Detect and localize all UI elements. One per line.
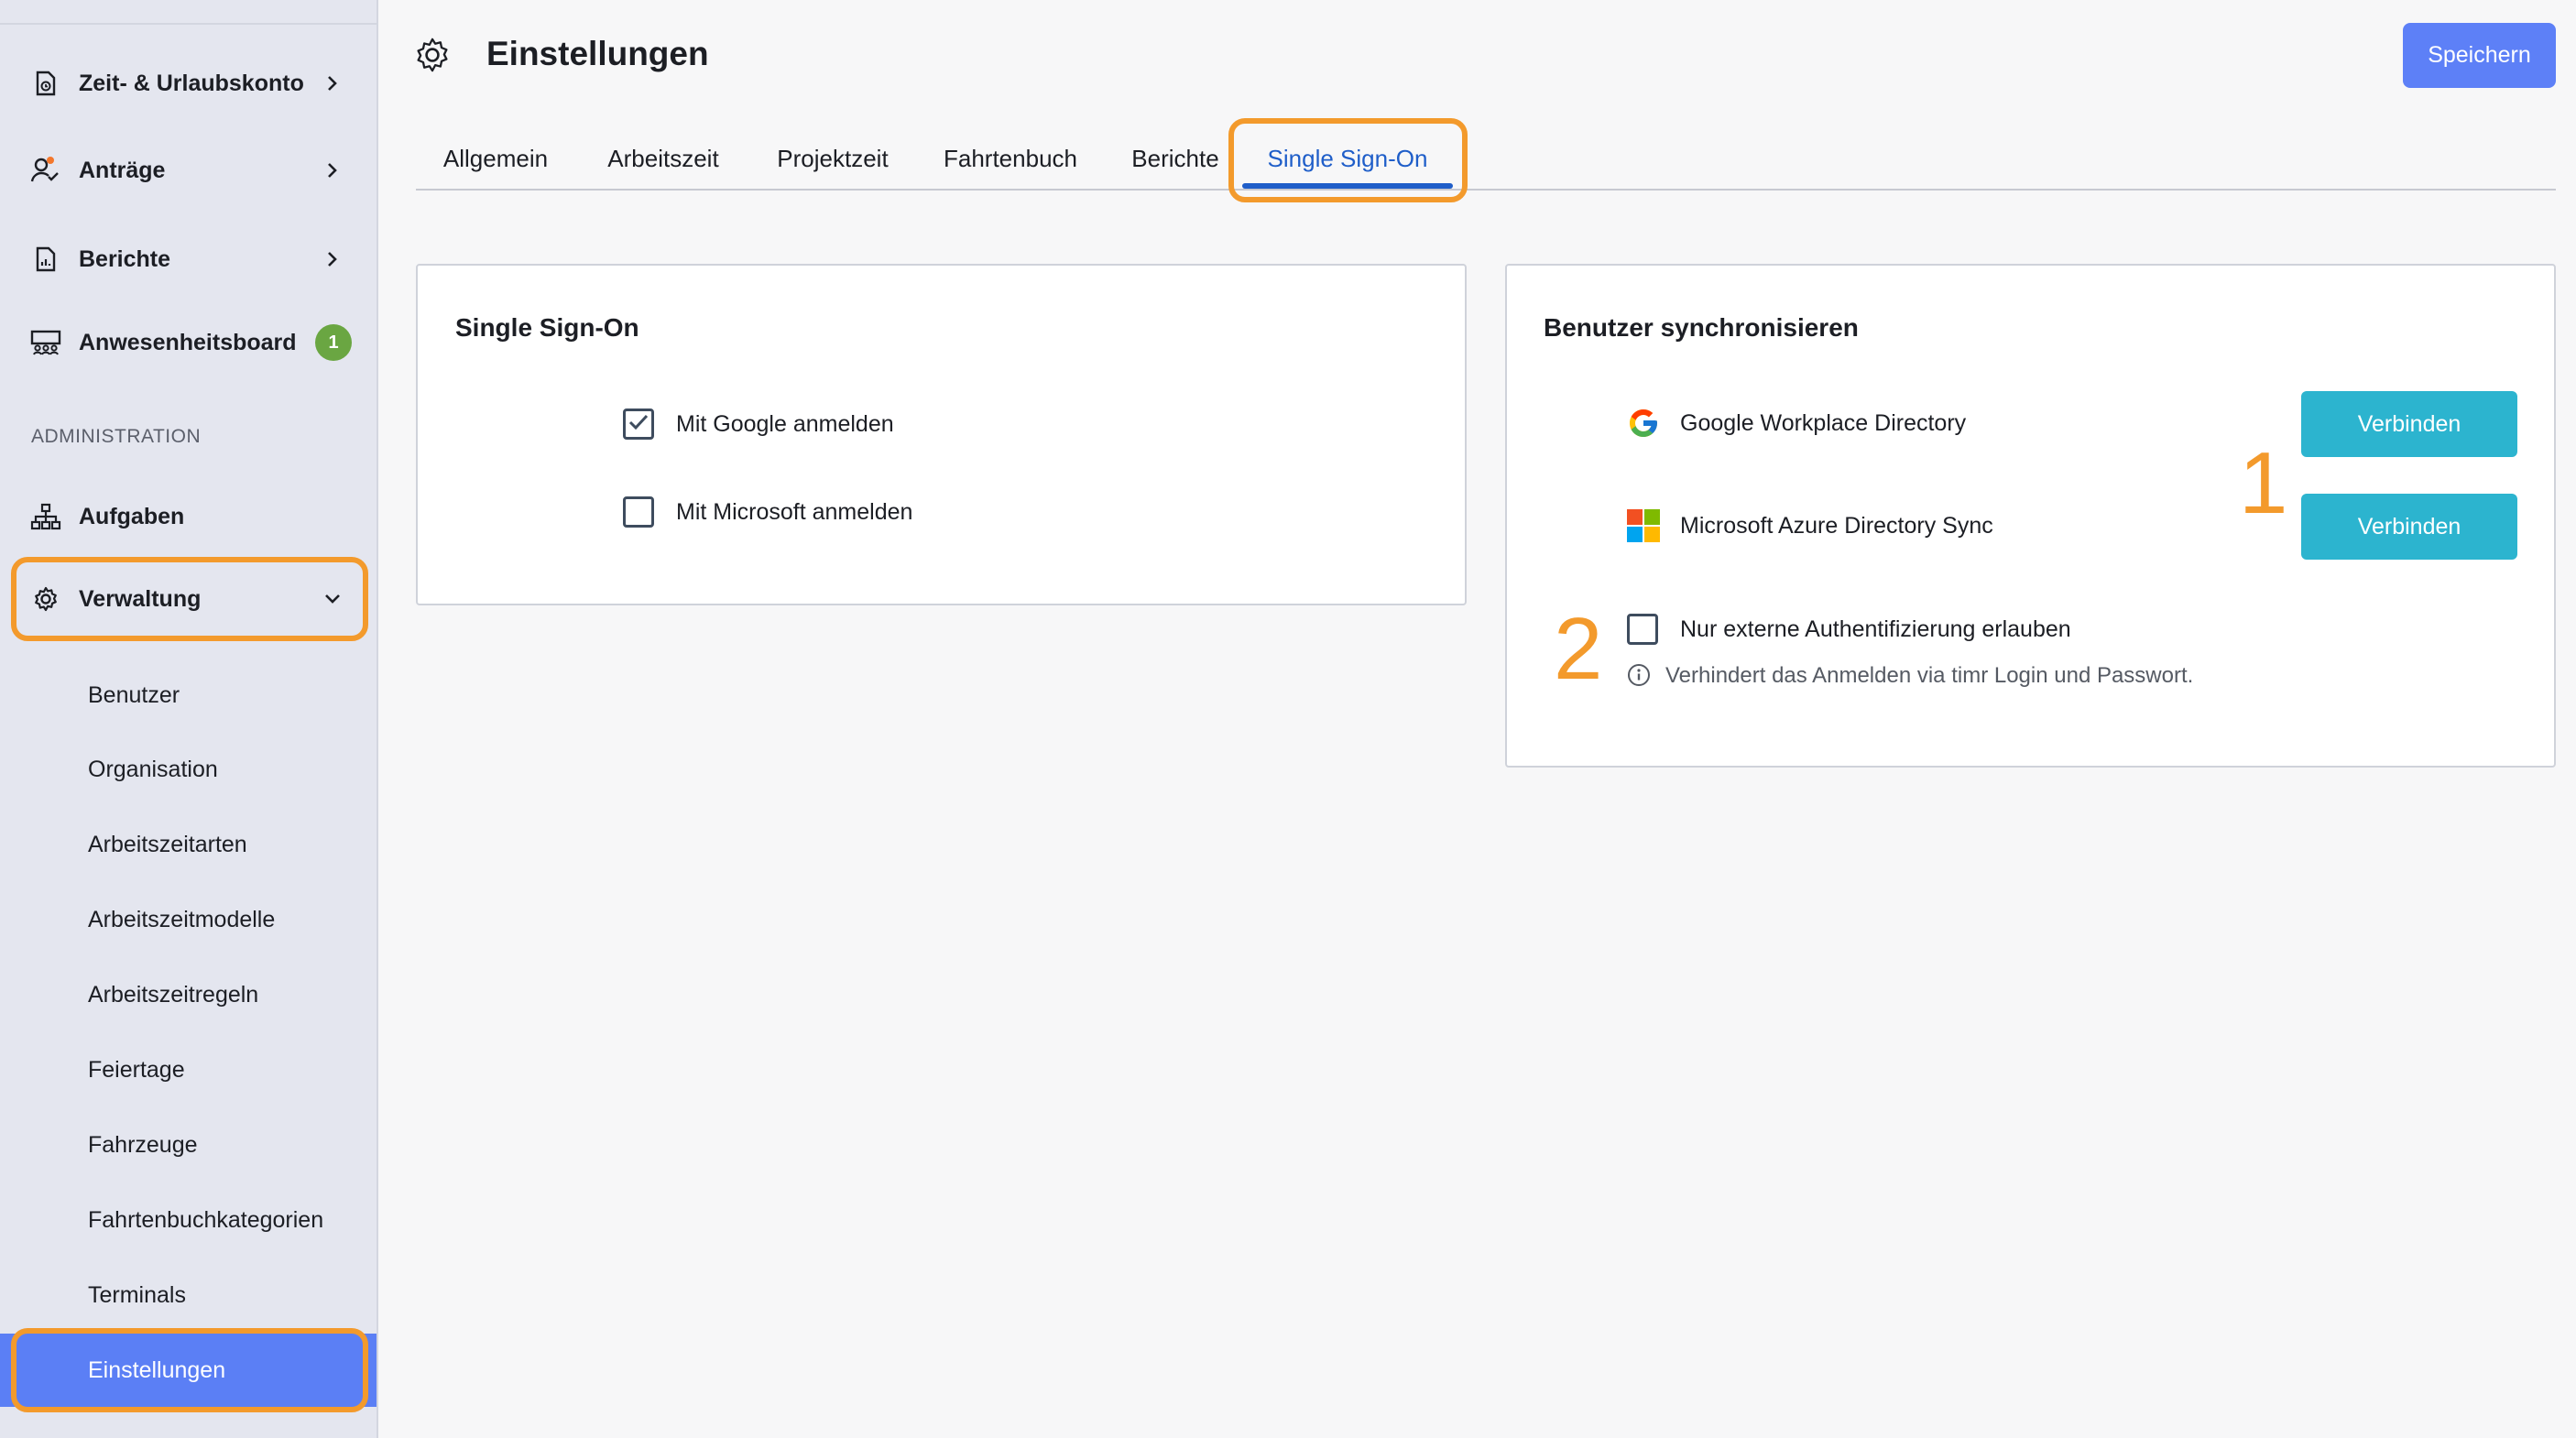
sidebar-subitem-label: Fahrzeuge <box>88 1131 198 1158</box>
tab-label: Projektzeit <box>777 144 889 172</box>
microsoft-login-label: Mit Microsoft anmelden <box>676 499 913 525</box>
sidebar-item-aufgaben[interactable]: Aufgaben <box>0 480 377 553</box>
annotation-step-2: 2 <box>1554 600 1603 698</box>
chevron-right-icon <box>323 74 342 93</box>
sidebar-subitem-fahrzeuge[interactable]: Fahrzeuge <box>0 1113 377 1177</box>
tab-label: Berichte <box>1131 144 1219 172</box>
chevron-right-icon <box>323 250 342 268</box>
card-title: Benutzer synchronisieren <box>1544 313 1859 342</box>
google-logo-icon <box>1627 407 1660 440</box>
tab-label: Single Sign-On <box>1267 144 1428 172</box>
google-login-checkbox[interactable] <box>623 409 654 440</box>
checkmark-icon <box>628 414 649 435</box>
sidebar-subitem-label: Feiertage <box>88 1056 185 1083</box>
sidebar-subitem-einstellungen[interactable]: Einstellungen <box>0 1334 377 1407</box>
sidebar-item-label: Anwesenheitsboard <box>79 329 297 355</box>
gear-icon <box>30 583 61 615</box>
google-login-label: Mit Google anmelden <box>676 411 894 437</box>
tab-fahrtenbuch[interactable]: Fahrtenbuch <box>925 128 1096 189</box>
sidebar-item-antraege[interactable]: Anträge <box>0 134 377 207</box>
sidebar-subitem-organisation[interactable]: Organisation <box>0 737 377 801</box>
report-document-icon <box>30 244 61 275</box>
sidebar-item-label: Anträge <box>79 157 166 183</box>
tab-label: Fahrtenbuch <box>944 144 1077 172</box>
document-clock-icon <box>30 68 61 99</box>
google-directory-label: Google Workplace Directory <box>1680 410 1967 436</box>
external-auth-only-checkbox[interactable] <box>1627 614 1658 645</box>
sidebar-subitem-label: Arbeitszeitmodelle <box>88 906 276 932</box>
settings-gear-icon <box>414 37 451 73</box>
sidebar-subitem-arbeitszeitmodelle[interactable]: Arbeitszeitmodelle <box>0 888 377 952</box>
sidebar-subitem-label: Arbeitszeitarten <box>88 831 247 857</box>
sidebar-item-anwesenheitsboard[interactable]: Anwesenheitsboard 1 <box>0 306 377 379</box>
sidebar-subitem-label: Terminals <box>88 1281 186 1308</box>
azure-connect-button[interactable]: Verbinden <box>2301 494 2517 560</box>
tab-arbeitszeit[interactable]: Arbeitszeit <box>586 128 740 189</box>
microsoft-logo-icon <box>1627 509 1660 542</box>
sidebar-item-label: Berichte <box>79 245 171 272</box>
save-button[interactable]: Speichern <box>2403 23 2556 88</box>
card-title: Single Sign-On <box>455 313 639 342</box>
external-auth-hint: Verhindert das Anmelden via timr Login u… <box>1665 663 2194 688</box>
azure-directory-label: Microsoft Azure Directory Sync <box>1680 513 1993 539</box>
sso-card: Single Sign-On Mit Google anmelden Mit M… <box>416 264 1467 605</box>
sidebar-subitem-feiertage[interactable]: Feiertage <box>0 1038 377 1102</box>
notification-badge: 1 <box>315 324 352 361</box>
sidebar-subitem-label: Einstellungen <box>88 1356 226 1383</box>
sidebar-subitem-terminals[interactable]: Terminals <box>0 1263 377 1327</box>
microsoft-login-checkbox[interactable] <box>623 496 654 528</box>
page-title: Einstellungen <box>486 35 709 72</box>
sidebar-item-verwaltung[interactable]: Verwaltung <box>0 562 377 636</box>
user-sync-card: Benutzer synchronisieren Google Workplac… <box>1505 264 2556 768</box>
tab-label: Allgemein <box>442 144 549 172</box>
sidebar: Zeit- & Urlaubskonto Anträge Berichte An… <box>0 0 378 1438</box>
sidebar-subitem-arbeitszeitarten[interactable]: Arbeitszeitarten <box>0 812 377 877</box>
tab-projektzeit[interactable]: Projektzeit <box>751 128 914 189</box>
sidebar-item-label: Aufgaben <box>79 503 185 529</box>
sidebar-section-label: ADMINISTRATION <box>31 426 202 447</box>
sidebar-subitem-fahrtenbuchkategorien[interactable]: Fahrtenbuchkategorien <box>0 1188 377 1252</box>
sidebar-item-berichte[interactable]: Berichte <box>0 223 377 296</box>
tab-allgemein[interactable]: Allgemein <box>416 128 575 189</box>
chevron-down-icon <box>323 590 342 608</box>
sidebar-item-zeit-urlaubskonto[interactable]: Zeit- & Urlaubskonto <box>0 47 377 120</box>
external-auth-only-label: Nur externe Authentifizierung erlauben <box>1680 616 2071 642</box>
sidebar-subitem-benutzer[interactable]: Benutzer <box>0 663 377 727</box>
sidebar-subitem-arbeitszeitregeln[interactable]: Arbeitszeitregeln <box>0 963 377 1027</box>
sidebar-subitem-label: Benutzer <box>88 681 180 708</box>
sidebar-item-label: Zeit- & Urlaubskonto <box>79 70 304 96</box>
hierarchy-icon <box>30 501 61 532</box>
user-check-icon <box>30 155 61 186</box>
sidebar-subitem-label: Organisation <box>88 756 218 782</box>
chevron-right-icon <box>323 161 342 180</box>
sidebar-divider <box>0 23 377 25</box>
tab-berichte[interactable]: Berichte <box>1107 128 1244 189</box>
sidebar-subitem-label: Arbeitszeitregeln <box>88 981 259 1008</box>
settings-tabs: Allgemein Arbeitszeit Projektzeit Fahrte… <box>416 128 2556 191</box>
google-connect-button[interactable]: Verbinden <box>2301 391 2517 457</box>
annotation-step-1: 1 <box>2239 434 2288 532</box>
info-icon <box>1627 663 1651 687</box>
sidebar-item-label: Verwaltung <box>79 585 202 612</box>
tab-single-sign-on[interactable]: Single Sign-On <box>1242 128 1453 189</box>
sidebar-subitem-label: Fahrtenbuchkategorien <box>88 1206 324 1233</box>
tab-label: Arbeitszeit <box>607 144 719 172</box>
presence-board-icon <box>30 327 61 358</box>
